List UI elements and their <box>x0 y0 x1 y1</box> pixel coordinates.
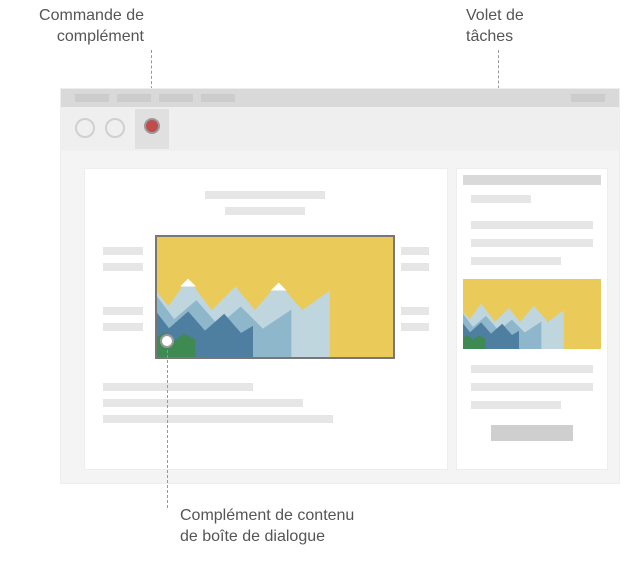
task-pane-action-button[interactable] <box>491 425 573 441</box>
document-page <box>85 169 447 469</box>
mountain-scene-icon <box>157 237 393 357</box>
callout-content-dialog: Complément de contenu de boîte de dialog… <box>180 506 354 548</box>
addin-command-icon <box>144 118 160 134</box>
app-window <box>60 88 620 484</box>
task-pane[interactable] <box>457 169 607 469</box>
task-pane-header <box>463 175 601 185</box>
title-bar <box>61 89 619 107</box>
addin-command-button[interactable] <box>135 109 169 149</box>
workspace <box>61 151 619 483</box>
ribbon <box>61 107 619 151</box>
callout-task-pane: Volet de tâches <box>466 6 524 48</box>
callout-addin-command: Commande de complément <box>14 6 144 48</box>
callout-content-dialog-line2: de boîte de dialogue <box>180 527 354 548</box>
leader-content-addin <box>167 350 168 508</box>
content-addin-dialog[interactable] <box>155 235 395 359</box>
ribbon-button-placeholder <box>105 118 125 138</box>
ribbon-button-placeholder <box>75 118 95 138</box>
marker-content-addin <box>160 334 174 348</box>
callout-content-dialog-line1: Complément de contenu <box>180 506 354 527</box>
callout-addin-command-line2: complément <box>14 27 144 48</box>
callout-task-pane-line2: tâches <box>466 27 524 48</box>
mountain-scene-icon <box>463 279 601 349</box>
callout-addin-command-line1: Commande de <box>14 6 144 27</box>
callout-task-pane-line1: Volet de <box>466 6 524 27</box>
task-pane-preview-image <box>463 279 601 349</box>
